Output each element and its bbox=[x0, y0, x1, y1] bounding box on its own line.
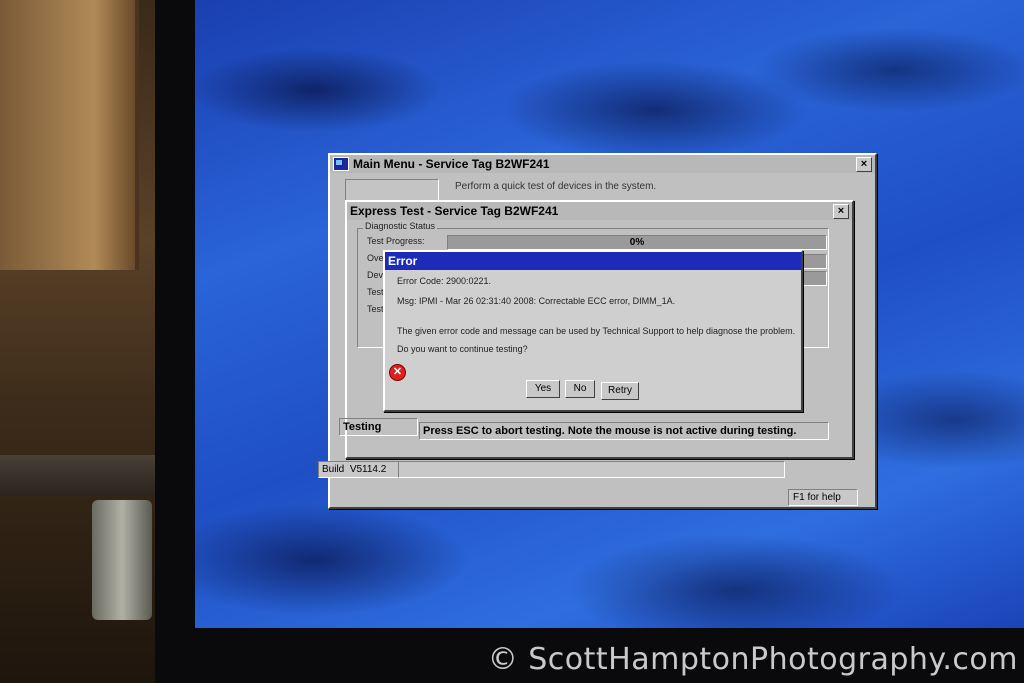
app-icon bbox=[333, 157, 349, 171]
row-label-test-a: Test bbox=[367, 287, 384, 297]
error-info: The given error code and message can be … bbox=[397, 326, 796, 336]
abort-hint-box: Press ESC to abort testing. Note the mou… bbox=[419, 422, 829, 440]
watermark: © ScottHamptonPhotography.com bbox=[487, 642, 1018, 677]
main-menu-close-button[interactable]: × bbox=[856, 156, 872, 172]
test-progress-bar: 0% bbox=[447, 235, 827, 250]
error-message: Msg: IPMI - Mar 26 02:31:40 2008: Correc… bbox=[397, 296, 676, 306]
express-test-titlebar[interactable]: Express Test - Service Tag B2WF241 × bbox=[347, 202, 852, 220]
abort-hint: Press ESC to abort testing. Note the mou… bbox=[423, 425, 797, 437]
testing-status: Testing bbox=[343, 421, 382, 433]
main-menu-description: Perform a quick test of devices in the s… bbox=[455, 181, 657, 192]
testing-status-box: Testing bbox=[339, 418, 418, 436]
cup bbox=[92, 500, 152, 620]
express-test-title: Express Test - Service Tag B2WF241 bbox=[350, 204, 559, 218]
continue-question: Do you want to continue testing? bbox=[397, 344, 528, 354]
error-dialog: Error Error Code: 2900:0221. Msg: IPMI -… bbox=[383, 250, 803, 412]
row-label-overall: Ove bbox=[367, 253, 384, 263]
express-test-close-button[interactable]: × bbox=[833, 203, 849, 219]
build-version: V5114.2 bbox=[349, 464, 387, 475]
diagnostic-status-label: Diagnostic Status bbox=[363, 221, 438, 231]
test-progress-text: 0% bbox=[629, 237, 645, 248]
retry-button[interactable]: Retry bbox=[601, 382, 639, 400]
status-bar-middle bbox=[398, 461, 785, 478]
row-label-test-progress: Test Progress: bbox=[367, 236, 425, 246]
monitor-screen: Main Menu - Service Tag B2WF241 × Perfor… bbox=[195, 0, 1024, 628]
row-label-test-b: Test bbox=[367, 304, 384, 314]
error-dialog-titlebar[interactable]: Error bbox=[385, 252, 801, 270]
help-hint: F1 for help bbox=[793, 492, 841, 503]
picture-frame bbox=[0, 0, 139, 270]
build-label-box: Build V5114.2 bbox=[318, 461, 399, 478]
build-label: Build bbox=[322, 464, 345, 475]
error-dialog-title: Error bbox=[388, 254, 418, 268]
error-code: Error Code: 2900:0221. bbox=[397, 276, 492, 286]
shelf bbox=[0, 455, 160, 495]
row-label-device: Dev bbox=[367, 270, 384, 280]
yes-button[interactable]: Yes bbox=[526, 380, 560, 398]
main-menu-title: Main Menu - Service Tag B2WF241 bbox=[353, 157, 550, 171]
no-button[interactable]: No bbox=[565, 380, 595, 398]
help-hint-box: F1 for help bbox=[788, 489, 858, 506]
error-icon: ✕ bbox=[389, 364, 406, 381]
main-menu-titlebar[interactable]: Main Menu - Service Tag B2WF241 × bbox=[330, 155, 875, 173]
